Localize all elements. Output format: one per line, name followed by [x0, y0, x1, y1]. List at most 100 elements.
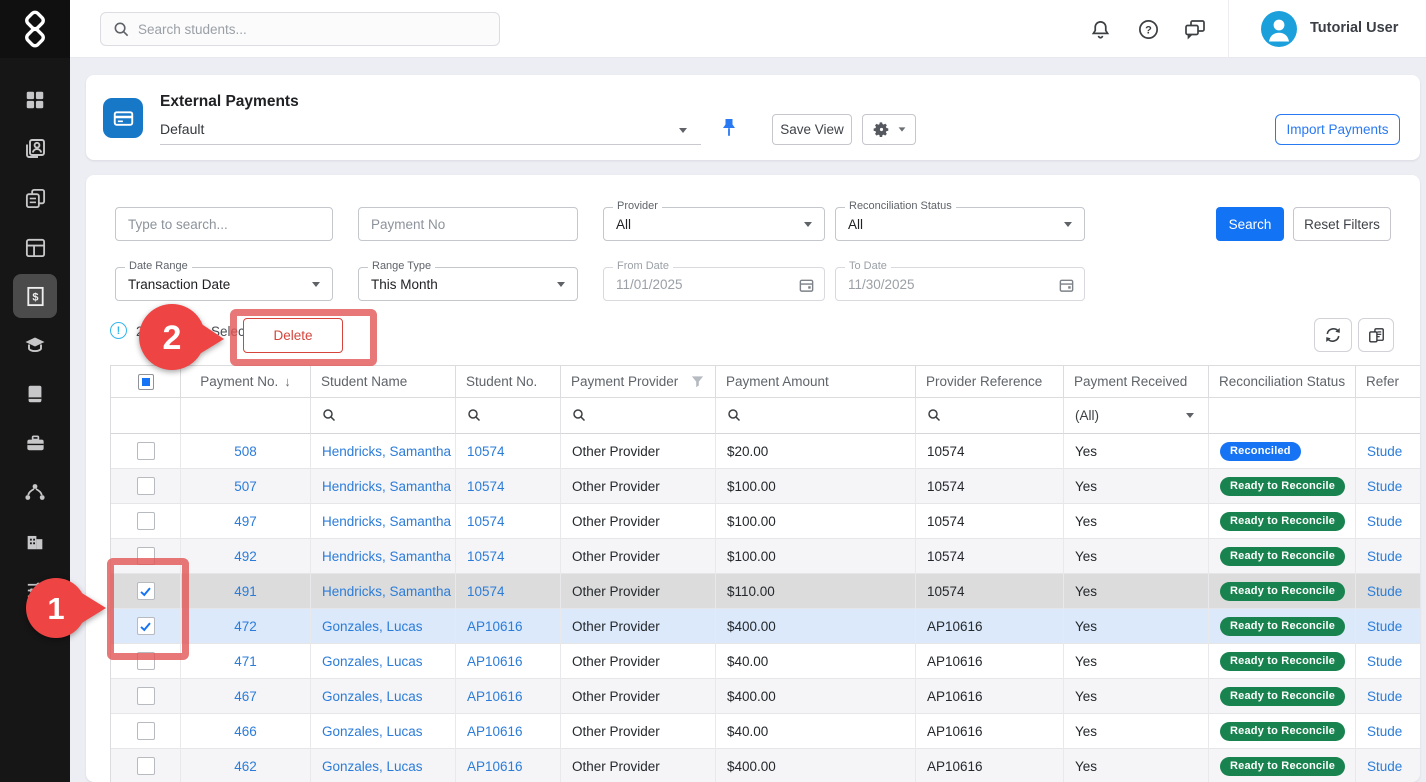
student-name-link[interactable]: Gonzales, Lucas	[322, 654, 423, 669]
to-date-field[interactable]: To Date 11/30/2025	[835, 267, 1085, 301]
row-checkbox[interactable]	[111, 644, 181, 679]
date-range-select[interactable]: Date Range Transaction Date	[115, 267, 333, 301]
save-view-button[interactable]: Save View	[772, 114, 852, 145]
student-no-link[interactable]: 10574	[467, 514, 505, 529]
student-name-link[interactable]: Hendricks, Samantha	[322, 444, 451, 459]
table-row[interactable]: 497Hendricks, Samantha10574Other Provide…	[111, 504, 1420, 539]
app-logo[interactable]	[0, 0, 70, 58]
table-row[interactable]: 467Gonzales, LucasAP10616Other Provider$…	[111, 679, 1420, 714]
reference-link[interactable]: Stude	[1367, 549, 1402, 564]
reference-link[interactable]: Stude	[1367, 654, 1402, 669]
table-row[interactable]: 466Gonzales, LucasAP10616Other Provider$…	[111, 714, 1420, 749]
payment-no-link[interactable]: 467	[234, 689, 257, 704]
view-selector[interactable]: Default	[160, 115, 701, 145]
view-settings-button[interactable]	[862, 114, 916, 145]
student-no-link[interactable]: 10574	[467, 584, 505, 599]
table-row[interactable]: 472Gonzales, LucasAP10616Other Provider$…	[111, 609, 1420, 644]
payment-no-link[interactable]: 497	[234, 514, 257, 529]
row-checkbox[interactable]	[111, 504, 181, 539]
row-checkbox[interactable]	[111, 749, 181, 782]
pin-view-button[interactable]	[719, 117, 739, 139]
sidebar-item-courses[interactable]	[23, 333, 47, 357]
sidebar-item-organization[interactable]	[23, 529, 47, 553]
column-header-student_no[interactable]: Student No.	[456, 366, 561, 398]
column-header-provider_reference[interactable]: Provider Reference	[916, 366, 1064, 398]
table-search-input[interactable]	[115, 207, 333, 241]
student-no-link[interactable]: AP10616	[467, 759, 523, 774]
sidebar-item-payments[interactable]: $	[23, 284, 47, 308]
filter-cell-provider_reference[interactable]	[916, 398, 1064, 434]
global-search-input[interactable]	[138, 22, 478, 37]
student-no-link[interactable]: 10574	[467, 549, 505, 564]
provider-select[interactable]: Provider All	[603, 207, 825, 241]
payment-no-link[interactable]: 508	[234, 444, 257, 459]
payment-no-link[interactable]: 466	[234, 724, 257, 739]
payment-no-link[interactable]: 471	[234, 654, 257, 669]
reference-link[interactable]: Stude	[1367, 479, 1402, 494]
reference-link[interactable]: Stude	[1367, 619, 1402, 634]
column-header-reconciliation_status[interactable]: Reconciliation Status	[1209, 366, 1356, 398]
student-name-link[interactable]: Hendricks, Samantha	[322, 479, 451, 494]
select-all-checkbox[interactable]	[138, 374, 154, 390]
student-name-link[interactable]: Gonzales, Lucas	[322, 759, 423, 774]
payment-no-link[interactable]: 472	[234, 619, 257, 634]
row-checkbox[interactable]	[111, 539, 181, 574]
help-button[interactable]: ?	[1136, 17, 1160, 41]
student-no-link[interactable]: AP10616	[467, 654, 523, 669]
table-row[interactable]: 462Gonzales, LucasAP10616Other Provider$…	[111, 749, 1420, 782]
row-checkbox[interactable]	[111, 609, 181, 644]
student-no-link[interactable]: AP10616	[467, 689, 523, 704]
refresh-button[interactable]	[1314, 318, 1352, 352]
student-no-link[interactable]: 10574	[467, 479, 505, 494]
filter-cell-payment_amount[interactable]	[716, 398, 916, 434]
reference-link[interactable]: Stude	[1367, 724, 1402, 739]
delete-button[interactable]: Delete	[243, 318, 343, 353]
filter-cell-payment_received[interactable]: (All)	[1064, 398, 1209, 434]
student-name-link[interactable]: Hendricks, Samantha	[322, 549, 451, 564]
sidebar-item-layout[interactable]	[23, 235, 47, 259]
notifications-button[interactable]	[1088, 17, 1112, 41]
payment-no-link[interactable]: 507	[234, 479, 257, 494]
from-date-field[interactable]: From Date 11/01/2025	[603, 267, 825, 301]
table-row[interactable]: 508Hendricks, Samantha10574Other Provide…	[111, 434, 1420, 469]
reference-link[interactable]: Stude	[1367, 584, 1402, 599]
reference-link[interactable]: Stude	[1367, 444, 1402, 459]
reset-filters-button[interactable]: Reset Filters	[1293, 207, 1391, 241]
user-name[interactable]: Tutorial User	[1310, 20, 1398, 36]
sidebar-item-work[interactable]	[23, 431, 47, 455]
row-checkbox[interactable]	[111, 434, 181, 469]
range-type-select[interactable]: Range Type This Month	[358, 267, 578, 301]
row-checkbox[interactable]	[111, 679, 181, 714]
sidebar-item-network[interactable]	[23, 480, 47, 504]
column-header-payment_amount[interactable]: Payment Amount	[716, 366, 916, 398]
search-button[interactable]: Search	[1216, 207, 1284, 241]
student-name-link[interactable]: Gonzales, Lucas	[322, 724, 423, 739]
student-name-link[interactable]: Gonzales, Lucas	[322, 619, 423, 634]
export-button[interactable]	[1358, 318, 1394, 352]
filter-cell-payment_provider[interactable]	[561, 398, 716, 434]
reference-link[interactable]: Stude	[1367, 759, 1402, 774]
row-checkbox[interactable]	[111, 574, 181, 609]
column-header-sel[interactable]	[111, 366, 181, 398]
table-row[interactable]: 492Hendricks, Samantha10574Other Provide…	[111, 539, 1420, 574]
table-row[interactable]: 491Hendricks, Samantha10574Other Provide…	[111, 574, 1420, 609]
column-header-payment_no[interactable]: Payment No.↓	[181, 366, 311, 398]
row-checkbox[interactable]	[111, 714, 181, 749]
student-no-link[interactable]: AP10616	[467, 619, 523, 634]
table-row[interactable]: 507Hendricks, Samantha10574Other Provide…	[111, 469, 1420, 504]
column-header-student_name[interactable]: Student Name	[311, 366, 456, 398]
student-name-link[interactable]: Hendricks, Samantha	[322, 514, 451, 529]
payment-no-link[interactable]: 492	[234, 549, 257, 564]
reconciliation-status-select[interactable]: Reconciliation Status All	[835, 207, 1085, 241]
global-search[interactable]	[100, 12, 500, 46]
feedback-button[interactable]	[1183, 17, 1207, 41]
reference-link[interactable]: Stude	[1367, 689, 1402, 704]
sidebar-item-contacts[interactable]	[23, 137, 47, 161]
student-name-link[interactable]: Hendricks, Samantha	[322, 584, 451, 599]
payment-no-input[interactable]	[358, 207, 578, 241]
column-header-reference[interactable]: Refer	[1356, 366, 1420, 398]
user-avatar[interactable]	[1261, 11, 1297, 47]
sidebar-item-library[interactable]	[23, 382, 47, 406]
import-payments-button[interactable]: Import Payments	[1275, 114, 1400, 145]
reference-link[interactable]: Stude	[1367, 514, 1402, 529]
